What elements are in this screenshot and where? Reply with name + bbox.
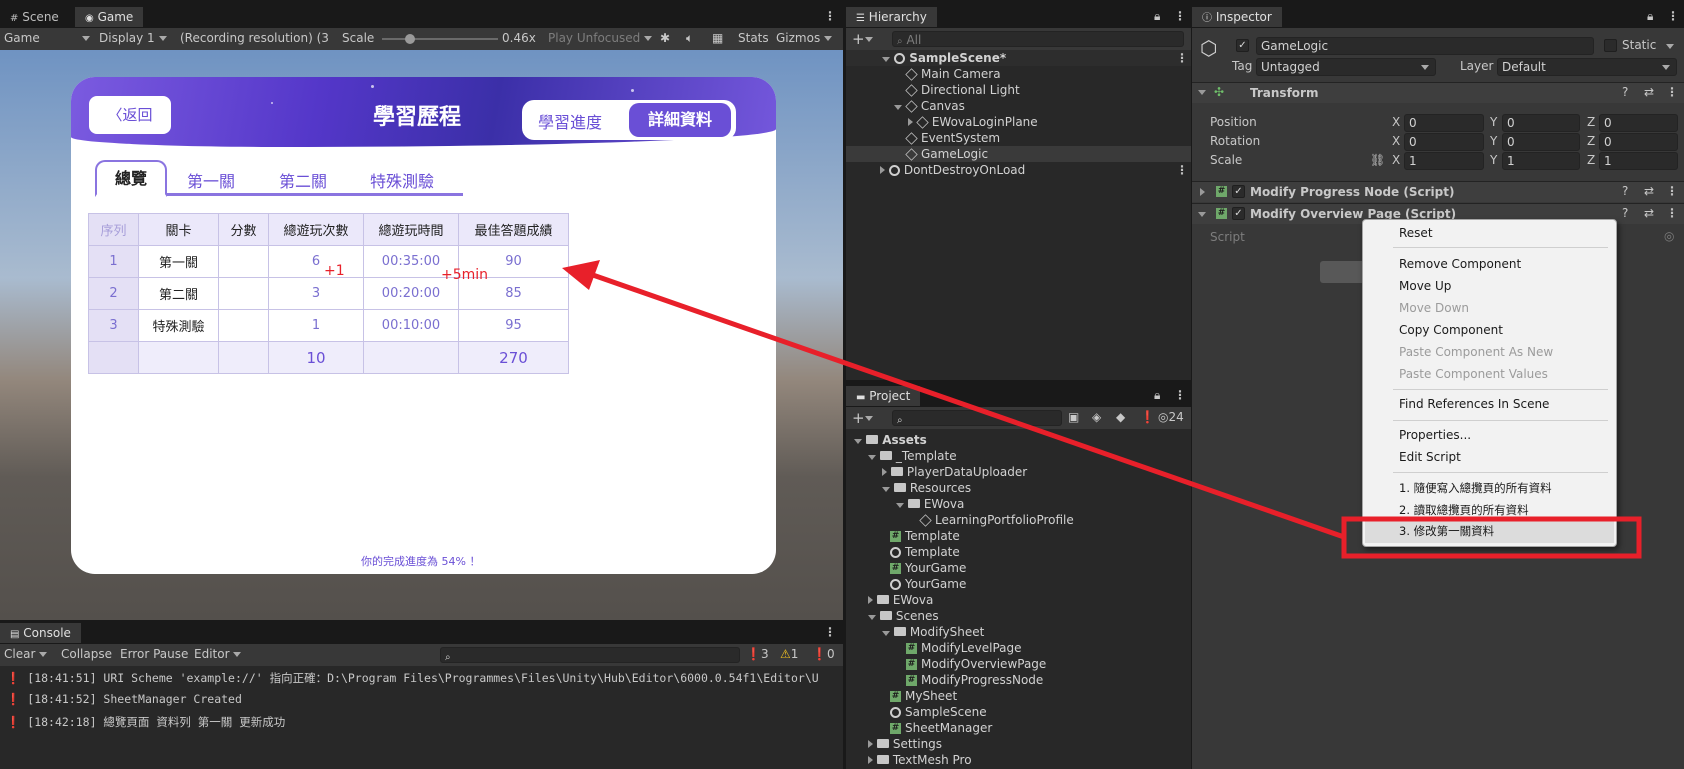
annotation-arrow-line bbox=[589, 271, 1345, 540]
arrow-head-icon bbox=[562, 260, 600, 290]
annotation-overlay bbox=[562, 260, 1642, 559]
highlight-box bbox=[1341, 516, 1642, 559]
